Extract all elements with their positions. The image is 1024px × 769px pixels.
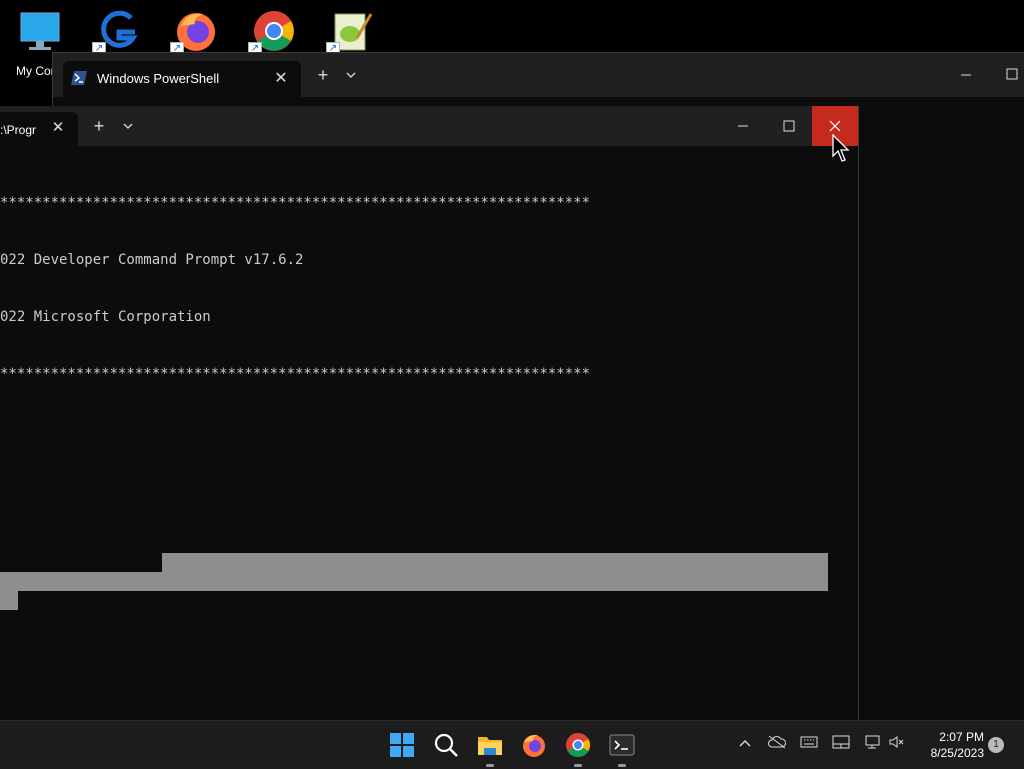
chrome-icon bbox=[566, 733, 591, 758]
tab-close-button[interactable]: ✕ bbox=[273, 68, 289, 88]
chevron-down-icon bbox=[346, 72, 356, 78]
chevron-down-icon bbox=[123, 123, 133, 129]
running-indicator bbox=[574, 764, 582, 767]
show-hidden-icons-button[interactable] bbox=[734, 735, 756, 755]
new-tab-button[interactable]: + bbox=[313, 65, 333, 86]
maximize-icon bbox=[1006, 68, 1018, 80]
monitor-icon bbox=[20, 12, 60, 50]
onedrive-button[interactable] bbox=[766, 735, 788, 755]
search-button[interactable] bbox=[430, 729, 462, 761]
notepad-plus-shortcut[interactable]: ↗ bbox=[326, 6, 378, 58]
clock[interactable]: 2:07 PM 8/25/2023 bbox=[910, 729, 984, 761]
file-explorer-icon bbox=[478, 737, 502, 755]
new-tab-button[interactable]: + bbox=[89, 116, 109, 137]
minimize-button[interactable] bbox=[943, 55, 989, 95]
title-bar[interactable]: :\Progr ✕ + bbox=[0, 106, 858, 146]
console-line: 022 Developer Command Prompt v17.6.2 bbox=[0, 252, 304, 268]
desktop: My Comp ↗ ↗ ↗ ↗ Windows PowerShell ✕ +:… bbox=[0, 0, 1024, 720]
tab-dropdown-button[interactable] bbox=[343, 67, 359, 81]
console-line: ****************************************… bbox=[0, 366, 591, 382]
notification-badge[interactable]: 1 bbox=[988, 737, 1004, 753]
keyboard-icon bbox=[800, 736, 818, 748]
firefox-shortcut[interactable]: ↗ bbox=[170, 6, 222, 58]
tab-developer-command-prompt[interactable]: :\Progr ✕ bbox=[0, 112, 78, 146]
network-button[interactable] bbox=[862, 735, 884, 755]
mouse-pointer-icon bbox=[832, 134, 850, 162]
minimize-icon bbox=[738, 125, 748, 127]
developer-command-prompt-window: :\Progr ✕ + ****************************… bbox=[0, 106, 859, 720]
tab-close-button[interactable]: ✕ bbox=[50, 118, 66, 138]
chrome-taskbar-button[interactable] bbox=[562, 729, 594, 767]
console-line: ****************************************… bbox=[0, 195, 591, 211]
my-computer-shortcut[interactable]: My Comp bbox=[14, 6, 66, 78]
terminal-icon bbox=[609, 734, 635, 756]
start-icon bbox=[390, 733, 414, 757]
tab-title: :\Progr bbox=[0, 123, 37, 137]
start-button[interactable] bbox=[386, 729, 418, 761]
clock-date: 8/25/2023 bbox=[930, 746, 984, 760]
taskbar: 2:07 PM 8/25/2023 1 bbox=[0, 720, 1024, 769]
terminal-taskbar-button[interactable] bbox=[606, 729, 638, 767]
text-cursor-block bbox=[0, 591, 18, 610]
text-selection-block bbox=[162, 553, 828, 591]
powershell-icon bbox=[71, 71, 87, 85]
title-bar[interactable]: Windows PowerShell ✕ + bbox=[53, 53, 1024, 97]
firefox-icon bbox=[523, 734, 545, 757]
tab-title: Windows PowerShell bbox=[97, 71, 220, 86]
running-indicator bbox=[486, 764, 494, 767]
tab-windows-powershell[interactable]: Windows PowerShell ✕ bbox=[63, 61, 301, 97]
file-explorer-button[interactable] bbox=[474, 729, 506, 767]
console-output[interactable]: ****************************************… bbox=[0, 156, 590, 422]
maximize-button[interactable] bbox=[766, 106, 812, 146]
chevron-up-icon bbox=[739, 740, 751, 747]
volume-button[interactable] bbox=[886, 735, 908, 755]
touchpad-icon bbox=[832, 735, 850, 749]
gstarcad-shortcut[interactable]: ↗ bbox=[92, 6, 144, 58]
console-line: 022 Microsoft Corporation bbox=[0, 309, 211, 325]
cloud-offline-icon bbox=[768, 735, 786, 749]
search-icon bbox=[434, 733, 458, 757]
chrome-shortcut[interactable]: ↗ bbox=[248, 6, 300, 58]
running-indicator bbox=[618, 764, 626, 767]
firefox-taskbar-button[interactable] bbox=[518, 729, 550, 761]
volume-muted-icon bbox=[889, 736, 904, 748]
maximize-icon bbox=[783, 120, 795, 132]
text-selection-block bbox=[0, 572, 162, 591]
network-icon bbox=[865, 735, 880, 749]
touchpad-button[interactable] bbox=[830, 735, 852, 755]
maximize-button[interactable] bbox=[989, 55, 1024, 95]
minimize-icon bbox=[961, 74, 971, 76]
minimize-button[interactable] bbox=[720, 106, 766, 146]
clock-time: 2:07 PM bbox=[939, 730, 984, 744]
keyboard-button[interactable] bbox=[798, 735, 820, 755]
tab-dropdown-button[interactable] bbox=[120, 118, 136, 132]
